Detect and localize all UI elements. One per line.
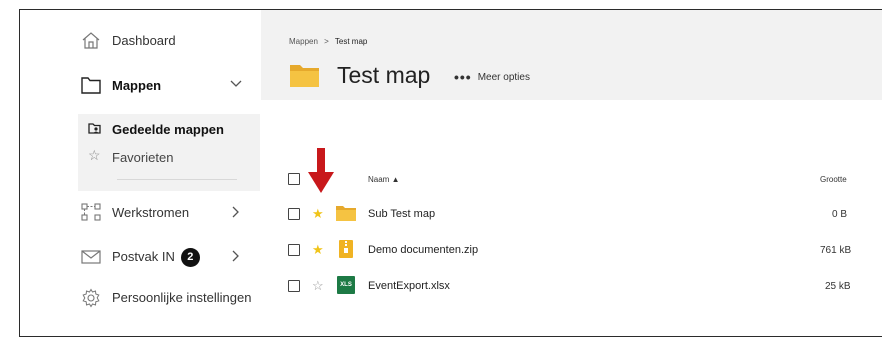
sidebar-item-label: Mappen <box>112 78 162 93</box>
column-header-name[interactable]: Naam ▲ <box>368 175 399 184</box>
more-options-button[interactable]: ••• Meer opties <box>454 69 530 85</box>
more-dots-icon: ••• <box>454 69 472 85</box>
breadcrumb-separator: > <box>324 37 329 46</box>
row-checkbox[interactable] <box>288 208 300 220</box>
row-size: 0 B <box>832 209 848 220</box>
row-size: 761 kB <box>820 245 852 256</box>
sidebar-subitem-label: Gedeelde mappen <box>112 122 224 137</box>
breadcrumb-current: Test map <box>334 37 368 46</box>
row-checkbox[interactable] <box>288 244 300 256</box>
shared-folder-icon <box>88 123 101 134</box>
row-size: 25 kB <box>825 281 851 292</box>
home-icon <box>82 32 100 49</box>
inbox-count-badge: 2 <box>180 248 200 267</box>
xlsx-file-icon: XLS <box>337 276 355 294</box>
column-header-size[interactable]: Grootte <box>820 175 847 184</box>
folder-icon <box>336 206 356 221</box>
chevron-right-icon <box>232 206 239 218</box>
postvak-label: Postvak IN <box>112 248 175 264</box>
page-header: Mappen > Test map Test map ••• Meer opti… <box>261 10 882 100</box>
star-filled-icon[interactable]: ★ <box>312 207 324 220</box>
sidebar-item-label: Dashboard <box>112 33 176 48</box>
sidebar-item-label: Werkstromen <box>112 205 190 220</box>
down-arrow-icon <box>308 148 334 193</box>
row-checkbox[interactable] <box>288 280 300 292</box>
star-filled-icon[interactable]: ★ <box>312 243 324 256</box>
mail-icon <box>81 250 101 264</box>
sidebar: Dashboard Mappen Gedeelde mappen ☆ Favor… <box>20 10 261 336</box>
gear-icon <box>82 288 100 308</box>
folder-outline-icon <box>81 77 101 94</box>
row-name[interactable]: Sub Test map <box>368 208 435 220</box>
divider <box>117 179 237 180</box>
select-all-checkbox[interactable] <box>288 173 300 185</box>
zip-file-icon <box>339 240 353 258</box>
star-outline-icon[interactable]: ☆ <box>312 279 324 292</box>
sidebar-item-label: Postvak IN 2 <box>112 248 200 267</box>
breadcrumb-root[interactable]: Mappen <box>289 37 318 46</box>
page-title: Test map <box>337 62 431 88</box>
chevron-right-icon <box>232 250 239 262</box>
sidebar-item-label: Persoonlijke instellingen <box>112 290 252 305</box>
more-options-label: Meer opties <box>477 71 530 83</box>
folder-icon <box>290 65 319 87</box>
sidebar-subitem-label: Favorieten <box>112 150 174 165</box>
workflow-icon <box>81 203 101 221</box>
chevron-down-icon[interactable] <box>230 80 242 88</box>
star-outline-icon: ☆ <box>88 147 101 163</box>
app-window: Dashboard Mappen Gedeelde mappen ☆ Favor… <box>19 9 882 337</box>
row-name[interactable]: Demo documenten.zip <box>368 244 478 256</box>
row-name[interactable]: EventExport.xlsx <box>368 280 450 292</box>
breadcrumb: Mappen > Test map <box>289 37 367 46</box>
